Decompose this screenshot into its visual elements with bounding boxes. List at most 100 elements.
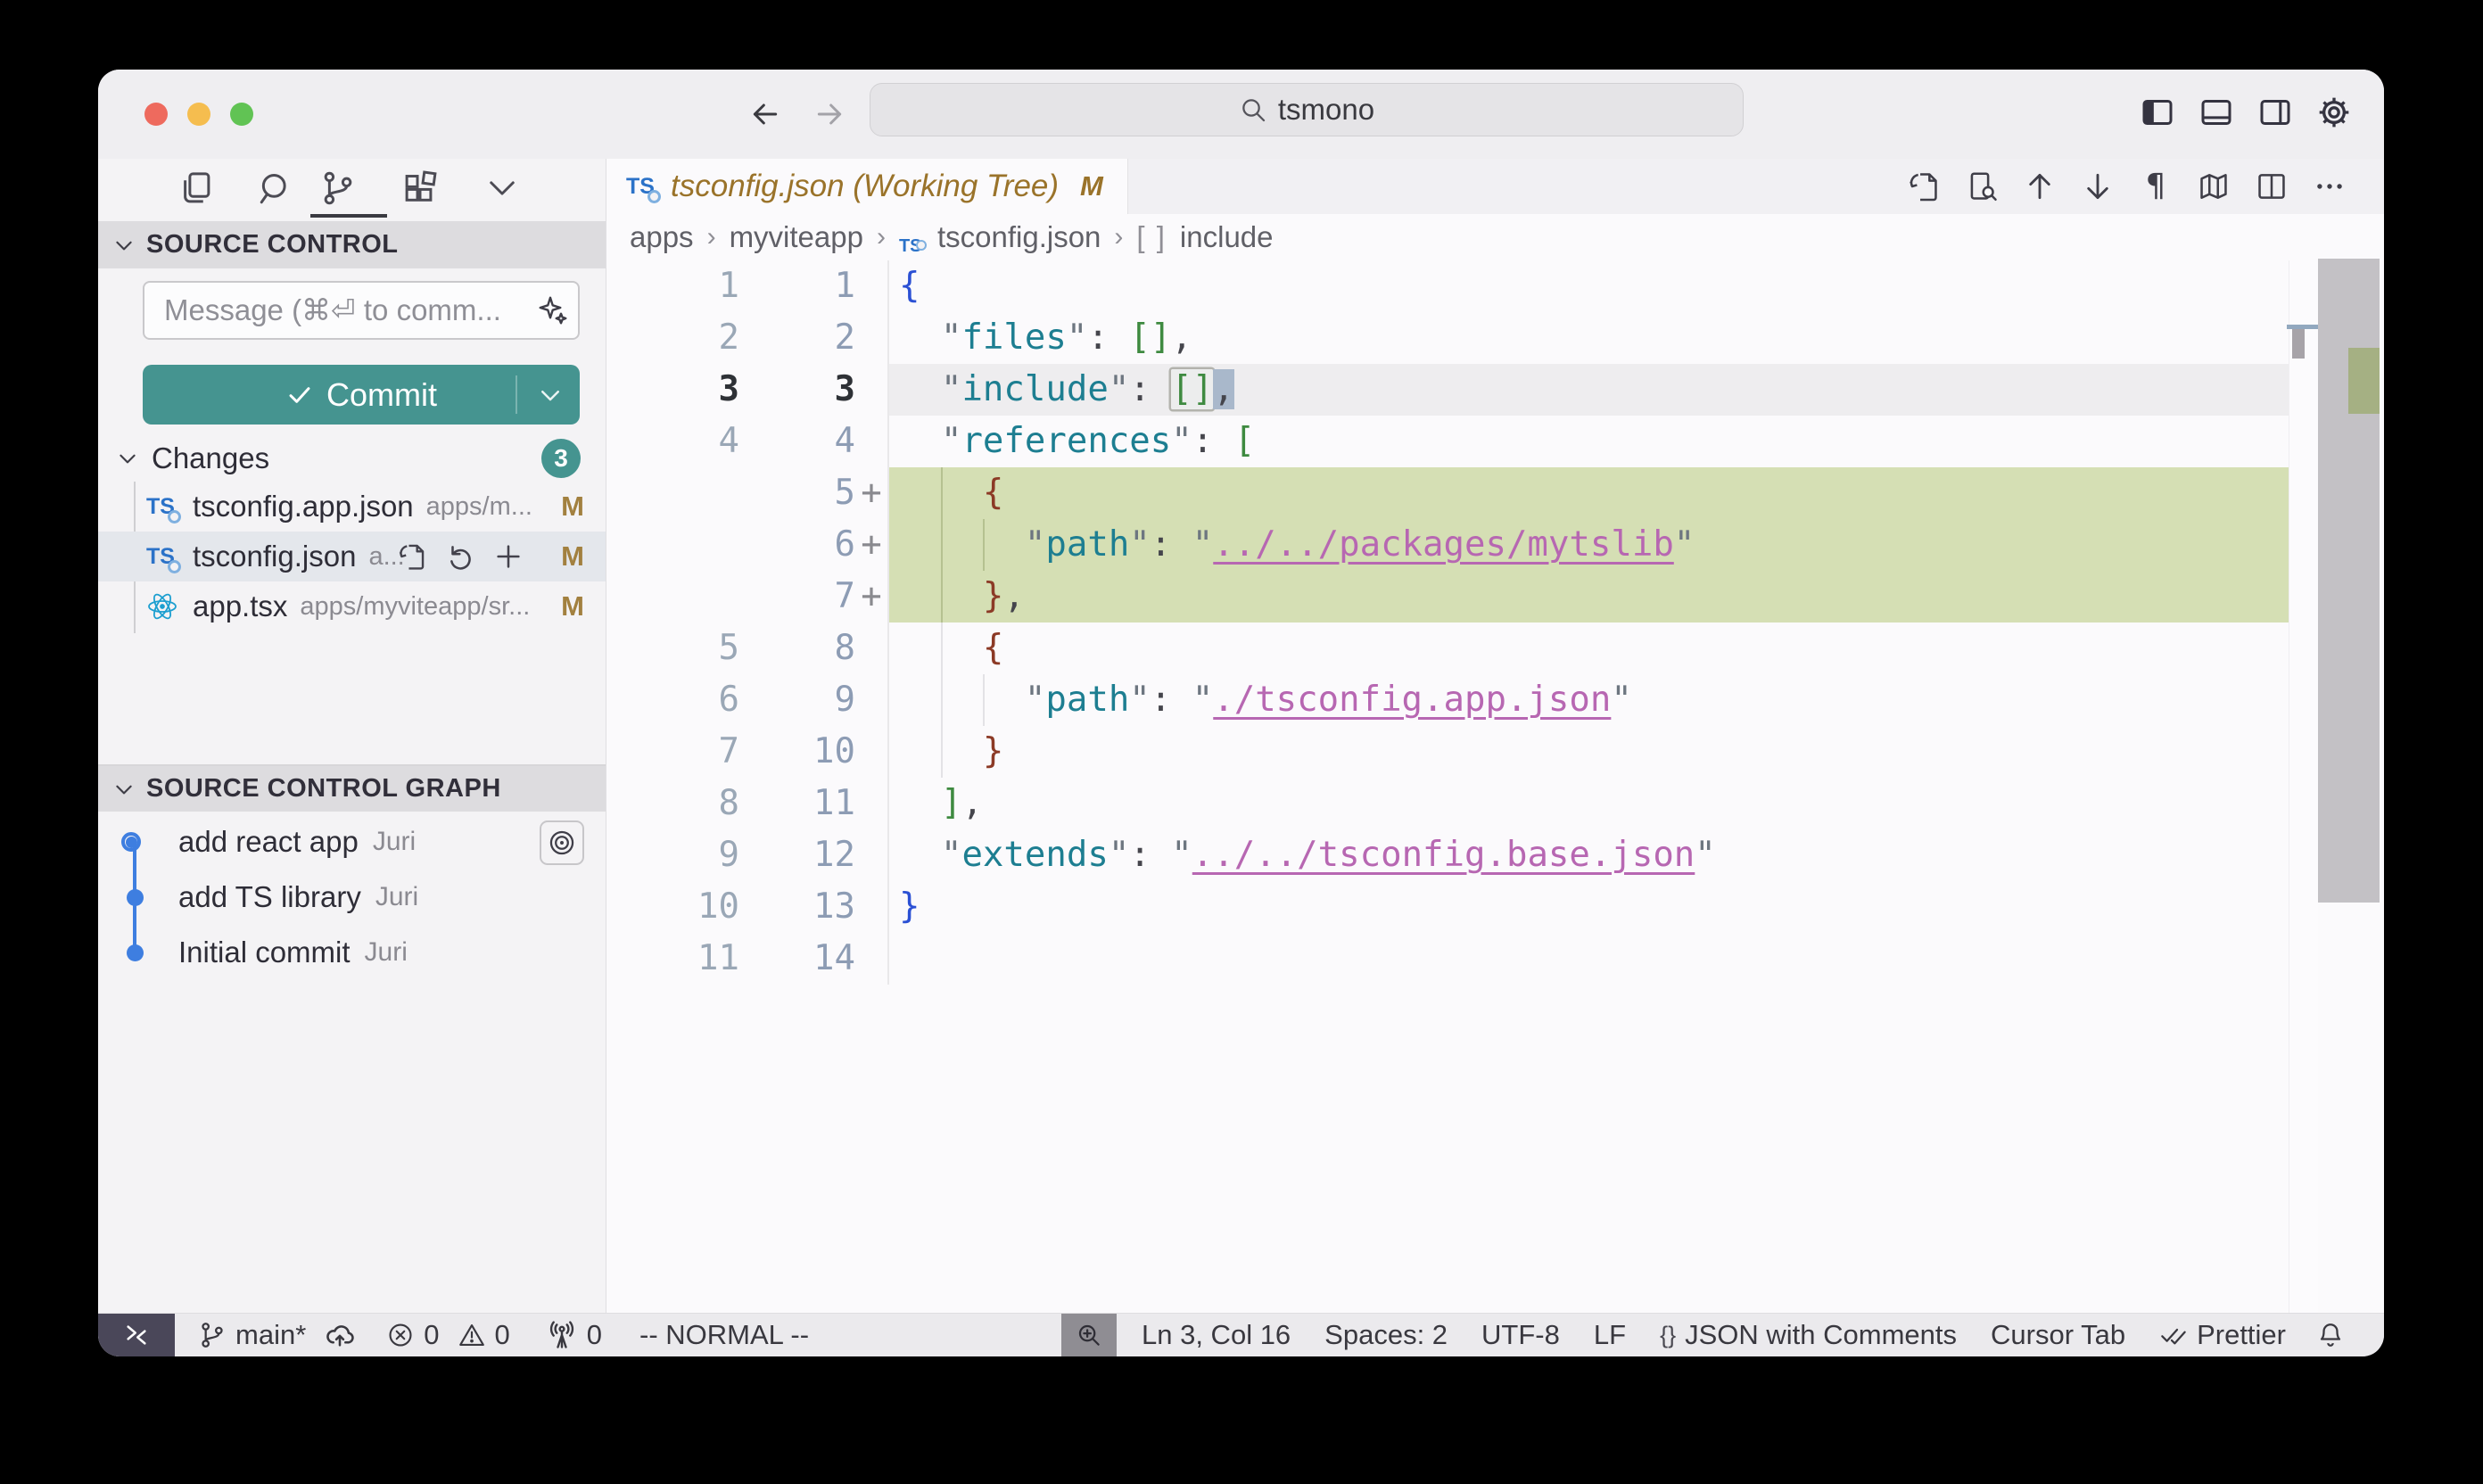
next-change-arrow-down-icon[interactable] bbox=[2081, 169, 2115, 203]
close-window-button[interactable] bbox=[144, 103, 168, 126]
commit-row[interactable]: add react app Juri bbox=[98, 819, 606, 865]
forward-arrow-icon[interactable] bbox=[812, 96, 847, 132]
code-token bbox=[899, 680, 1025, 720]
code-token: " bbox=[1129, 524, 1150, 565]
stage-changes-plus-icon[interactable] bbox=[493, 541, 524, 572]
toggle-primary-sidebar-icon[interactable] bbox=[2140, 95, 2175, 130]
code-line-content[interactable]: } bbox=[887, 881, 2318, 933]
branch-status[interactable]: main* bbox=[198, 1319, 306, 1351]
code-line[interactable]: 5+ { bbox=[606, 467, 2384, 519]
code-line-content[interactable] bbox=[887, 933, 2318, 985]
code-line-content[interactable]: { bbox=[887, 467, 2318, 519]
commit-message-input[interactable] bbox=[143, 281, 580, 340]
old-line-number bbox=[606, 519, 739, 571]
code-line[interactable]: 69 "path": "./tsconfig.app.json" bbox=[606, 674, 2384, 726]
commit-row[interactable]: add TS library Juri bbox=[98, 874, 606, 920]
sync-changes[interactable] bbox=[324, 1319, 356, 1351]
cursor-tab-status[interactable]: Cursor Tab bbox=[1991, 1319, 2125, 1351]
code-line-content[interactable]: { bbox=[887, 260, 2318, 312]
new-line-number: 13 bbox=[739, 881, 855, 933]
explorer-icon[interactable] bbox=[177, 169, 214, 207]
cursor-position-status[interactable]: Ln 3, Col 16 bbox=[1142, 1319, 1291, 1351]
formatter-status[interactable]: Prettier bbox=[2159, 1319, 2286, 1351]
ports-status[interactable]: 0 bbox=[546, 1319, 602, 1351]
code-line[interactable]: 1114 bbox=[606, 933, 2384, 985]
commit-button[interactable]: Commit bbox=[143, 365, 580, 425]
code-line-content[interactable]: "include": [], bbox=[887, 364, 2318, 416]
code-line-content[interactable]: "files": [], bbox=[887, 312, 2318, 364]
breadcrumb-item-tsconfig[interactable]: tsconfig.json bbox=[937, 220, 1101, 254]
views-chevron-icon[interactable] bbox=[483, 169, 521, 207]
code-line[interactable]: 22 "files": [], bbox=[606, 312, 2384, 364]
code-token: " bbox=[1192, 680, 1213, 720]
code-line-content[interactable]: ], bbox=[887, 778, 2318, 829]
remote-indicator[interactable] bbox=[98, 1314, 175, 1357]
code-line[interactable]: 710 } bbox=[606, 726, 2384, 778]
code-line[interactable]: 7+ }, bbox=[606, 571, 2384, 622]
eol-status[interactable]: LF bbox=[1594, 1319, 1626, 1351]
spaces-text: Spaces: 2 bbox=[1324, 1319, 1448, 1351]
minimize-window-button[interactable] bbox=[187, 103, 210, 126]
code-line[interactable]: 912 "extends": "../../tsconfig.base.json… bbox=[606, 829, 2384, 881]
old-line-number: 1 bbox=[606, 260, 739, 312]
source-control-graph-header[interactable]: SOURCE CONTROL GRAPH bbox=[98, 764, 606, 812]
open-changes-icon[interactable] bbox=[1907, 169, 1941, 203]
code-token: : bbox=[1151, 524, 1192, 565]
screen-zoom-indicator[interactable] bbox=[1061, 1314, 1117, 1357]
open-file-icon[interactable] bbox=[397, 541, 427, 572]
toggle-panel-icon[interactable] bbox=[2198, 95, 2234, 130]
old-line-number: 4 bbox=[606, 416, 739, 467]
status-bar: main* 0 0 0 -- NORMAL -- bbox=[98, 1313, 2384, 1356]
problems-status[interactable]: 0 0 bbox=[386, 1319, 510, 1351]
split-editor-icon[interactable] bbox=[2255, 169, 2289, 203]
code-line-content[interactable]: }, bbox=[887, 571, 2318, 622]
file-row-app-tsx[interactable]: app.tsx apps/myviteapp/sr... M bbox=[98, 581, 606, 631]
changes-header[interactable]: Changes 3 bbox=[98, 437, 606, 480]
file-row-tsconfig-app-json[interactable]: TS tsconfig.app.json apps/m... M bbox=[98, 482, 606, 532]
source-control-section-header[interactable]: SOURCE CONTROL bbox=[98, 221, 606, 268]
tab-tsconfig-working-tree[interactable]: TS tsconfig.json (Working Tree) M bbox=[606, 159, 1128, 214]
maximize-window-button[interactable] bbox=[230, 103, 253, 126]
code-line-content[interactable]: "extends": "../../tsconfig.base.json" bbox=[887, 829, 2318, 881]
map-outline-icon[interactable] bbox=[2197, 169, 2231, 203]
code-line-content[interactable]: "path": "./tsconfig.app.json" bbox=[887, 674, 2318, 726]
breadcrumb-item-apps[interactable]: apps bbox=[630, 220, 694, 254]
command-center-search[interactable]: tsmono bbox=[870, 83, 1744, 136]
notifications-bell[interactable] bbox=[2316, 1321, 2345, 1349]
file-row-tsconfig-json[interactable]: TS tsconfig.json a... M bbox=[98, 532, 606, 581]
code-line[interactable]: 1013} bbox=[606, 881, 2384, 933]
code-line[interactable]: 33 "include": [], bbox=[606, 364, 2384, 416]
breadcrumb-item-include[interactable]: include bbox=[1180, 220, 1274, 254]
search-view-icon[interactable] bbox=[257, 169, 294, 207]
more-actions-ellipsis-icon[interactable] bbox=[2313, 169, 2347, 203]
code-line[interactable]: 58 { bbox=[606, 622, 2384, 674]
inline-diff-view-icon[interactable] bbox=[1965, 169, 1999, 203]
extensions-icon[interactable] bbox=[401, 169, 439, 207]
code-line[interactable]: 6+ "path": "../../packages/mytslib" bbox=[606, 519, 2384, 571]
whitespace-pilcrow-icon[interactable]: ¶ bbox=[2139, 169, 2173, 203]
source-control-icon[interactable] bbox=[319, 169, 357, 207]
goto-current-commit-button[interactable] bbox=[540, 820, 584, 865]
commit-row[interactable]: Initial commit Juri bbox=[98, 929, 606, 976]
code-line[interactable]: 44 "references": [ bbox=[606, 416, 2384, 467]
indentation-status[interactable]: Spaces: 2 bbox=[1324, 1319, 1448, 1351]
settings-gear-icon[interactable] bbox=[2316, 95, 2352, 130]
code-line-content[interactable]: "references": [ bbox=[887, 416, 2318, 467]
sparkle-ai-icon[interactable] bbox=[537, 294, 569, 326]
code-line-content[interactable]: { bbox=[887, 622, 2318, 674]
changes-count-badge: 3 bbox=[541, 439, 581, 478]
code-line[interactable]: 11{ bbox=[606, 260, 2384, 312]
vim-mode-indicator[interactable]: -- NORMAL -- bbox=[639, 1319, 809, 1351]
commit-dropdown-chevron-icon[interactable] bbox=[537, 382, 564, 408]
language-mode-status[interactable]: {} JSON with Comments bbox=[1660, 1319, 1957, 1351]
code-line-content[interactable]: "path": "../../packages/mytslib" bbox=[887, 519, 2318, 571]
back-arrow-icon[interactable] bbox=[747, 96, 783, 132]
breadcrumb-item-myviteapp[interactable]: myviteapp bbox=[730, 220, 863, 254]
code-line[interactable]: 811 ], bbox=[606, 778, 2384, 829]
encoding-status[interactable]: UTF-8 bbox=[1481, 1319, 1560, 1351]
previous-change-arrow-up-icon[interactable] bbox=[2023, 169, 2057, 203]
code-token bbox=[899, 524, 1025, 565]
code-line-content[interactable]: } bbox=[887, 726, 2318, 778]
discard-changes-icon[interactable] bbox=[445, 541, 475, 572]
toggle-secondary-sidebar-icon[interactable] bbox=[2257, 95, 2293, 130]
